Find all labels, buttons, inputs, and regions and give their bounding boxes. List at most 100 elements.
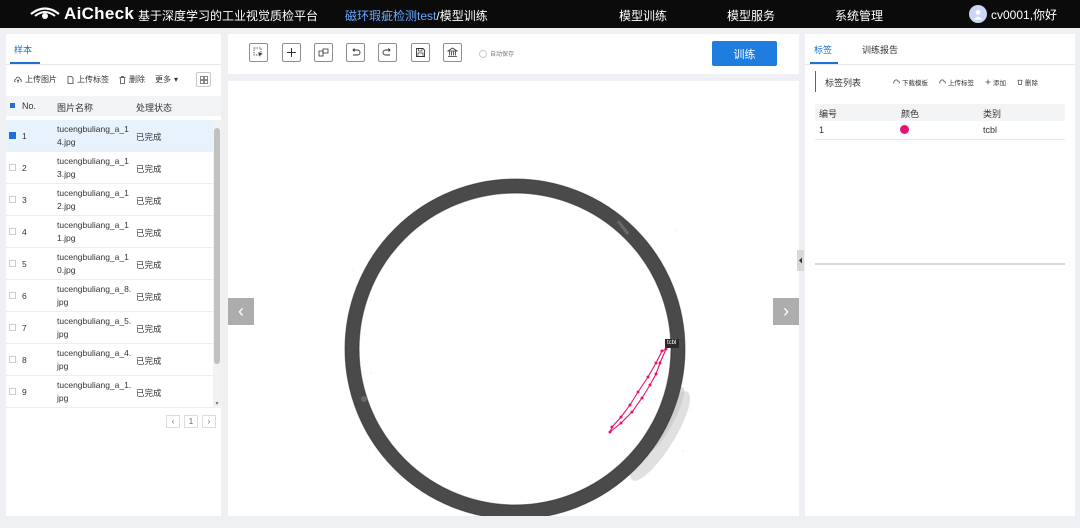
upload-image-label: 上传图片 <box>25 75 57 84</box>
select-all-checkbox[interactable] <box>10 103 15 108</box>
save-button[interactable] <box>411 43 430 62</box>
polygon-tool-button[interactable] <box>314 43 333 62</box>
caret-down-icon: ▾ <box>174 75 179 84</box>
tab-labels[interactable]: 标签 <box>814 43 832 56</box>
add-label-label: 添加 <box>993 80 1006 87</box>
file-icon <box>67 75 74 84</box>
upload-label-button[interactable]: 上传标签 <box>67 74 109 85</box>
user-menu[interactable]: cv0001,你好 <box>969 5 1057 23</box>
logo-eye-icon <box>30 7 60 19</box>
sample-toolbar: 上传图片 上传标签 删除 更多 ▾ <box>14 74 188 85</box>
nav-system-management[interactable]: 系统管理 <box>835 7 883 24</box>
trash-icon <box>1017 79 1023 85</box>
label-row[interactable]: 1 tcbl <box>815 122 1065 140</box>
bank-tool-button[interactable] <box>443 43 462 62</box>
redo-button[interactable] <box>378 43 397 62</box>
delete-label: 删除 <box>129 75 145 84</box>
sample-list-scrollbar[interactable]: ▾ <box>213 120 221 408</box>
table-row[interactable]: 8 tucengbuliang_a_4.jpg 已完成 <box>6 344 213 376</box>
crosshair-tool-button[interactable] <box>282 43 301 62</box>
previous-image-button[interactable]: ‹ <box>228 298 254 325</box>
logo[interactable]: AiCheck <box>30 4 134 24</box>
more-label: 更多 <box>155 75 171 84</box>
save-icon <box>416 48 425 57</box>
row-checkbox[interactable] <box>9 388 16 395</box>
row-checkbox[interactable] <box>9 356 16 363</box>
tab-training-report[interactable]: 训练报告 <box>862 43 898 56</box>
row-checkbox[interactable] <box>9 196 16 203</box>
plus-icon <box>985 79 991 85</box>
delete-label-button[interactable]: 删除 <box>1017 77 1038 87</box>
grid-icon <box>199 75 208 84</box>
row-number: 6 <box>22 291 27 301</box>
row-status: 已完成 <box>136 164 162 174</box>
user-icon <box>973 9 983 20</box>
autosave-radio[interactable] <box>479 49 487 58</box>
scroll-down-arrow-icon[interactable]: ▾ <box>213 400 221 408</box>
tab-samples[interactable]: 样本 <box>14 43 32 56</box>
nav-model-training[interactable]: 模型训练 <box>619 7 667 24</box>
row-checkbox[interactable] <box>9 132 16 139</box>
label-category: tcbl <box>983 125 998 135</box>
row-status: 已完成 <box>136 292 162 302</box>
row-number: 7 <box>22 323 27 333</box>
label-color-swatch[interactable] <box>900 125 909 134</box>
autosave-toggle[interactable]: 自动保存 <box>479 49 514 58</box>
next-image-button[interactable]: › <box>773 298 799 325</box>
page-number-button[interactable]: 1 <box>184 415 198 428</box>
caret-left-icon <box>799 257 802 264</box>
grid-view-button[interactable] <box>196 72 211 87</box>
row-checkbox[interactable] <box>9 260 16 267</box>
scrollbar-thumb[interactable] <box>214 128 220 364</box>
bank-icon <box>447 47 458 57</box>
sample-panel: 样本 上传图片 上传标签 删除 更多 ▾ No. 图片名称 处理状态 1 tuce… <box>6 34 221 516</box>
collapse-panel-button[interactable] <box>797 250 804 271</box>
user-greeting: cv0001,你好 <box>991 7 1058 22</box>
download-template-button[interactable]: 下载模板 <box>893 77 928 87</box>
delete-button[interactable]: 删除 <box>119 74 145 85</box>
row-checkbox[interactable] <box>9 324 16 331</box>
image-canvas[interactable]: tcbl ‹ › <box>228 81 799 516</box>
row-status: 已完成 <box>136 132 162 142</box>
table-row[interactable]: 7 tucengbuliang_a_5.jpg 已完成 <box>6 312 213 344</box>
table-row[interactable]: 4 tucengbuliang_a_11.jpg 已完成 <box>6 216 213 248</box>
column-id: 编号 <box>819 109 838 119</box>
label-panel: 标签 训练报告 标签列表 下载模板 上传标签 添加 删除 编号 颜色 类别 1 … <box>805 34 1075 516</box>
pagination: ‹ 1 › <box>162 415 216 428</box>
cloud-upload-icon <box>14 76 22 83</box>
train-button[interactable]: 训练 <box>712 41 777 66</box>
upload-image-button[interactable]: 上传图片 <box>14 74 57 85</box>
row-status: 已完成 <box>136 388 162 398</box>
select-tool-button[interactable] <box>249 43 268 62</box>
row-checkbox[interactable] <box>9 228 16 235</box>
sample-image <box>228 81 799 516</box>
tab-divider <box>805 64 1075 65</box>
nav-model-service[interactable]: 模型服务 <box>727 7 775 24</box>
row-number: 1 <box>22 131 27 141</box>
undo-icon <box>352 48 361 56</box>
more-dropdown[interactable]: 更多 ▾ <box>155 74 178 85</box>
upload-labels-label: 上传标签 <box>948 80 974 87</box>
chevron-right-icon: › <box>783 301 789 321</box>
table-row[interactable]: 6 tucengbuliang_a_8.jpg 已完成 <box>6 280 213 312</box>
prev-page-button[interactable]: ‹ <box>166 415 180 428</box>
chevron-left-icon: ‹ <box>238 301 244 321</box>
table-row[interactable]: 1 tucengbuliang_a_14.jpg 已完成 <box>6 120 213 152</box>
breadcrumb-project-link[interactable]: 磁环瑕疵检测test <box>345 9 436 23</box>
add-label-button[interactable]: 添加 <box>985 77 1006 87</box>
table-row[interactable]: 5 tucengbuliang_a_10.jpg 已完成 <box>6 248 213 280</box>
next-page-button[interactable]: › <box>202 415 216 428</box>
upload-label-label: 上传标签 <box>77 75 109 84</box>
table-row[interactable]: 9 tucengbuliang_a_1.jpg 已完成 <box>6 376 213 408</box>
table-row[interactable]: 3 tucengbuliang_a_12.jpg 已完成 <box>6 184 213 216</box>
row-status: 已完成 <box>136 356 162 366</box>
row-checkbox[interactable] <box>9 164 16 171</box>
row-status: 已完成 <box>136 196 162 206</box>
undo-button[interactable] <box>346 43 365 62</box>
column-color: 颜色 <box>901 109 920 119</box>
column-status: 处理状态 <box>136 103 173 113</box>
upload-labels-button[interactable]: 上传标签 <box>939 77 974 87</box>
table-row[interactable]: 2 tucengbuliang_a_13.jpg 已完成 <box>6 152 213 184</box>
row-checkbox[interactable] <box>9 292 16 299</box>
row-number: 2 <box>22 163 27 173</box>
